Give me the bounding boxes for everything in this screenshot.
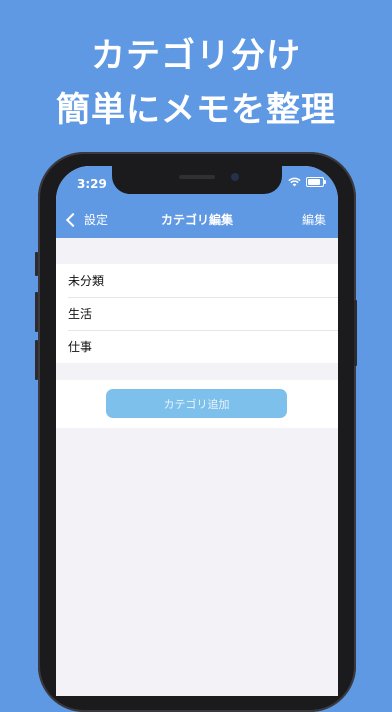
category-label: 生活 (68, 307, 93, 321)
wifi-icon (288, 177, 301, 187)
category-row[interactable]: 未分類 (56, 264, 338, 297)
category-label: 仕事 (68, 340, 93, 354)
edit-button[interactable]: 編集 (302, 211, 326, 228)
speaker-grille (179, 175, 215, 179)
category-list: 未分類 生活 仕事 (56, 264, 338, 363)
phone-notch (112, 166, 282, 194)
front-camera (231, 173, 239, 181)
promo-headline-line-1: カテゴリ分け (91, 36, 301, 76)
phone-screen: 3:29 設定 カテゴリ編集 編集 未分類 生活 仕事 カテゴリ追加 (56, 166, 338, 696)
promo-headline-line-2: 簡単にメモを整理 (56, 90, 336, 130)
phone-volume-down-button (35, 340, 38, 380)
empty-background (56, 428, 338, 696)
phone-mute-button (35, 252, 38, 276)
category-row[interactable]: 仕事 (56, 330, 338, 363)
phone-power-button (354, 300, 357, 366)
page-title: カテゴリ編集 (160, 213, 233, 227)
battery-icon (306, 177, 326, 187)
add-category-button[interactable]: カテゴリ追加 (106, 389, 287, 418)
navigation-bar: 設定 カテゴリ編集 編集 (56, 200, 338, 238)
category-row[interactable]: 生活 (56, 297, 338, 330)
phone-volume-up-button (35, 292, 38, 332)
status-icons (288, 177, 326, 187)
add-category-section: カテゴリ追加 (56, 380, 338, 428)
status-time: 3:29 (77, 177, 107, 191)
category-label: 未分類 (68, 274, 105, 288)
